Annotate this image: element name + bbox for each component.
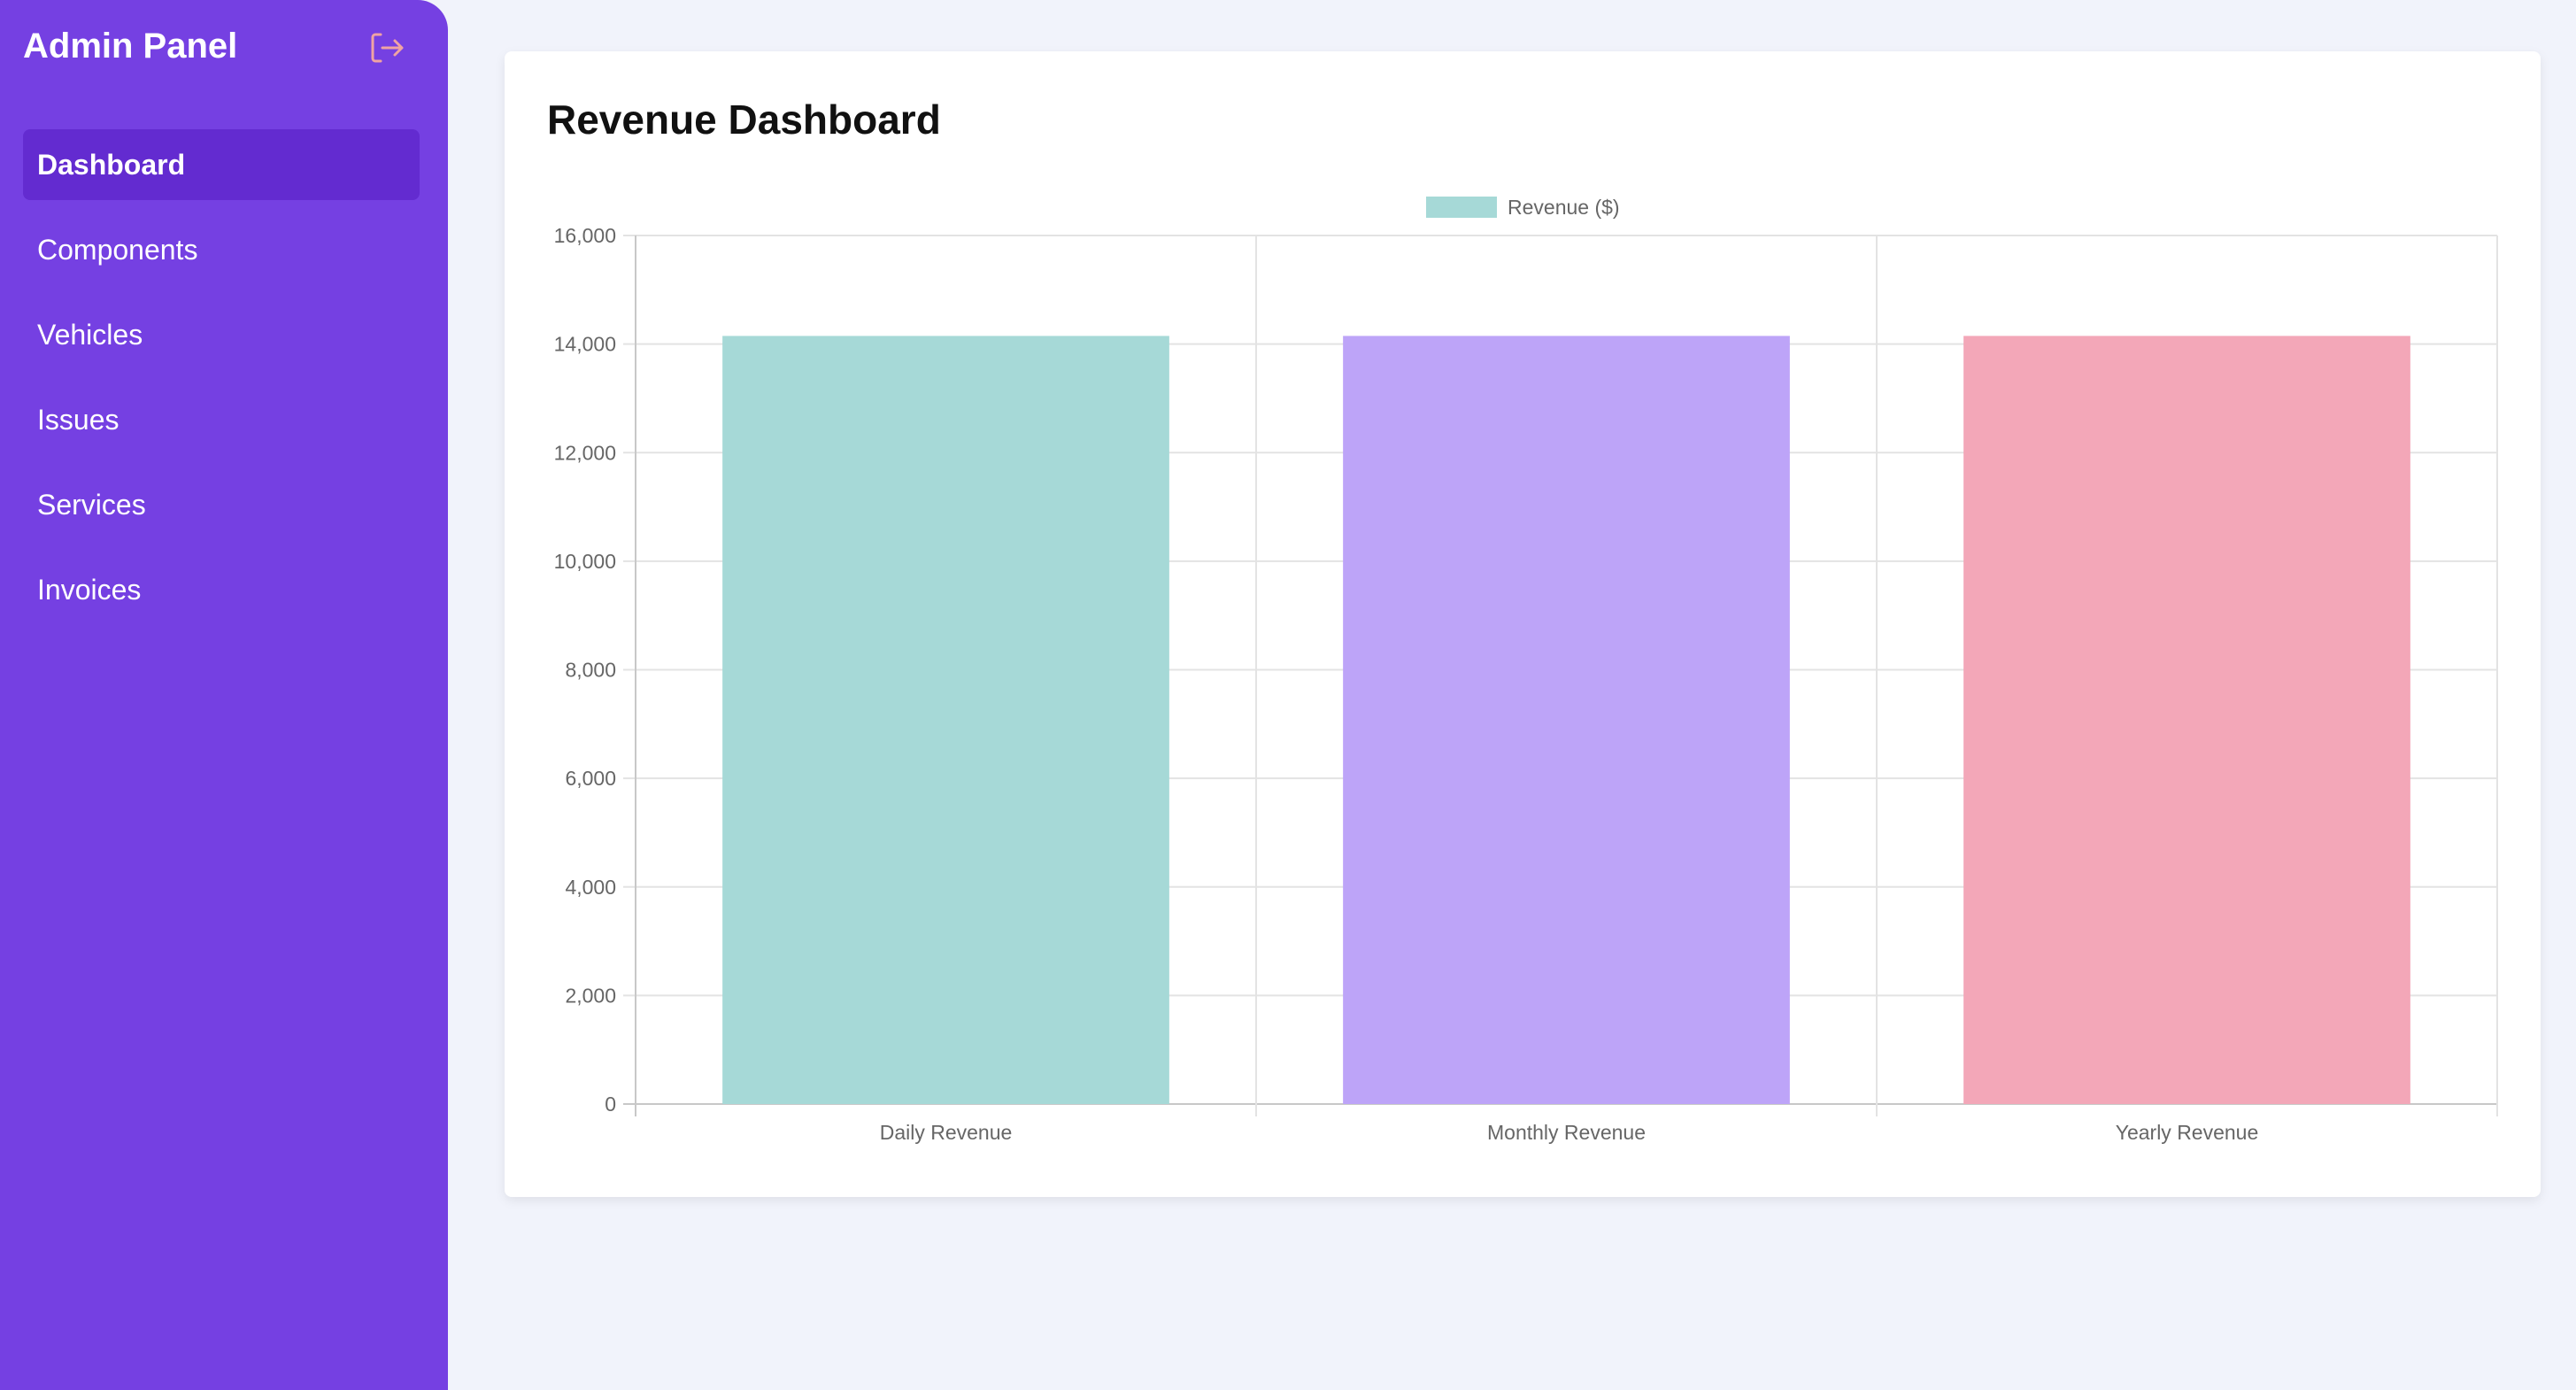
sidebar-item-dashboard[interactable]: Dashboard bbox=[23, 129, 420, 200]
sidebar-item-components[interactable]: Components bbox=[23, 214, 420, 285]
x-tick-label: Daily Revenue bbox=[880, 1121, 1013, 1144]
logout-icon[interactable] bbox=[370, 32, 405, 64]
y-tick-label: 0 bbox=[605, 1093, 616, 1116]
x-tick-label: Monthly Revenue bbox=[1487, 1121, 1646, 1144]
revenue-card: Revenue Dashboard 0 2,000 4,000 6,000 8,000 1… bbox=[505, 51, 2541, 1197]
revenue-chart: 0 2,000 4,000 6,000 8,000 10,000 12,000 14,000 1… bbox=[554, 196, 2498, 1144]
app-title: Admin Panel bbox=[23, 27, 238, 66]
y-tick-label: 16,000 bbox=[554, 224, 616, 247]
y-tick-label: 2,000 bbox=[565, 984, 616, 1007]
sidebar-item-vehicles[interactable]: Vehicles bbox=[23, 299, 420, 370]
y-tick-label: 14,000 bbox=[554, 333, 616, 356]
bar-daily-revenue bbox=[722, 336, 1169, 1105]
sidebar: Admin Panel Dashboard Components Vehicle… bbox=[0, 0, 448, 1390]
sidebar-item-services[interactable]: Services bbox=[23, 469, 420, 540]
y-tick-label: 8,000 bbox=[565, 659, 616, 682]
x-tick-label: Yearly Revenue bbox=[2116, 1121, 2259, 1144]
sidebar-item-invoices[interactable]: Invoices bbox=[23, 554, 420, 625]
y-tick-label: 12,000 bbox=[554, 441, 616, 464]
bar-yearly-revenue bbox=[1963, 336, 2410, 1105]
bar-monthly-revenue bbox=[1343, 336, 1790, 1105]
y-tick-label: 4,000 bbox=[565, 876, 616, 899]
legend-label: Revenue ($) bbox=[1508, 196, 1620, 219]
sidebar-item-issues[interactable]: Issues bbox=[23, 384, 420, 455]
y-tick-label: 10,000 bbox=[554, 550, 616, 573]
sidebar-nav: Dashboard Components Vehicles Issues Ser… bbox=[23, 129, 420, 639]
y-tick-label: 6,000 bbox=[565, 767, 616, 790]
legend-swatch bbox=[1426, 197, 1497, 218]
